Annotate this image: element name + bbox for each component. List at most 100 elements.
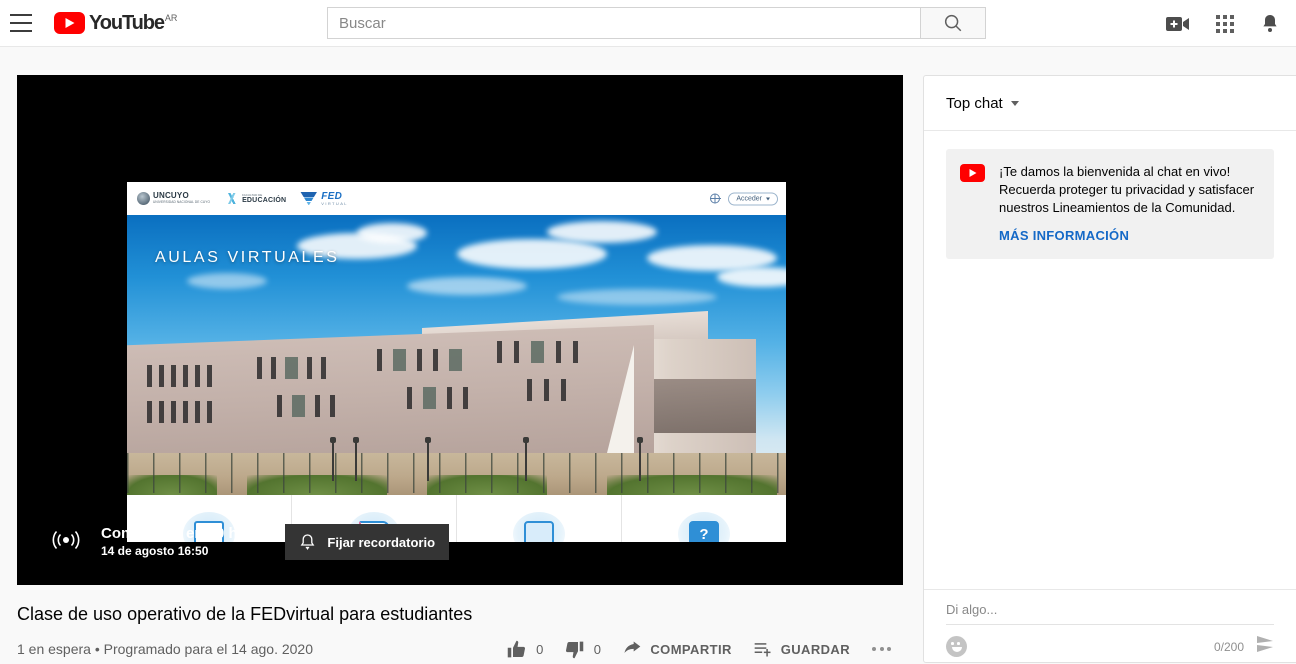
cloud bbox=[457, 239, 607, 269]
hamburger-menu-icon[interactable] bbox=[8, 14, 32, 32]
window-row bbox=[407, 387, 468, 409]
like-count: 0 bbox=[536, 641, 544, 657]
search-input[interactable] bbox=[327, 7, 920, 39]
chevron-down-icon bbox=[1010, 100, 1019, 106]
fedvirtual-logo-main: FED bbox=[321, 190, 343, 202]
country-code-label: AR bbox=[164, 13, 178, 23]
thumbs-up-icon bbox=[507, 640, 526, 657]
chat-welcome-text: ¡Te damos la bienvenida al chat en vivo!… bbox=[999, 164, 1255, 215]
window-row bbox=[277, 395, 335, 417]
window-row bbox=[147, 401, 212, 423]
video-player[interactable]: UNCUYO UNIVERSIDAD NACIONAL DE CUYO FACU… bbox=[17, 75, 903, 585]
lamp-post bbox=[523, 437, 528, 481]
window-row bbox=[497, 341, 578, 363]
window-row bbox=[377, 349, 462, 371]
send-glyph bbox=[1257, 636, 1273, 652]
chat-header: Top chat bbox=[924, 76, 1296, 131]
chat-tools: 0/200 bbox=[946, 635, 1274, 658]
bell-glyph bbox=[1263, 14, 1277, 32]
thumbnail-heading: AULAS VIRTUALES bbox=[155, 249, 340, 266]
scheduled-text: Comenzará en 30 horas 14 de agosto 16:50 bbox=[101, 524, 269, 560]
window-row bbox=[147, 365, 212, 387]
cloud bbox=[357, 223, 427, 243]
chevron-down-icon bbox=[766, 197, 770, 200]
video-column: UNCUYO UNIVERSIDAD NACIONAL DE CUYO FACU… bbox=[17, 75, 903, 664]
thumbs-down-icon bbox=[565, 641, 583, 658]
chat-welcome-message: ¡Te damos la bienvenida al chat en vivo!… bbox=[946, 149, 1274, 259]
scheduled-title: Comenzará en 30 horas bbox=[101, 525, 270, 542]
fedvirtual-logo-sub: VIRTUAL bbox=[321, 200, 348, 206]
uncuyo-logo-sub: UNIVERSIDAD NACIONAL DE CUYO bbox=[153, 200, 211, 205]
acceder-button[interactable]: Acceder bbox=[728, 192, 778, 205]
video-camera-plus-icon[interactable] bbox=[1166, 15, 1190, 33]
search-icon[interactable] bbox=[920, 7, 986, 39]
thumbnail-topbar-right: Acceder bbox=[710, 192, 778, 205]
lamp-post bbox=[637, 437, 642, 481]
acceder-button-label: Acceder bbox=[736, 195, 762, 202]
save-label: GUARDAR bbox=[780, 641, 850, 657]
uncuyo-logo-main: UNCUYO bbox=[153, 191, 189, 201]
lamp-post bbox=[425, 437, 430, 481]
chat-mode-dropdown[interactable]: Top chat bbox=[946, 95, 1019, 112]
cloud bbox=[557, 289, 717, 305]
bell-icon[interactable] bbox=[1260, 13, 1280, 35]
playlist-add-icon bbox=[754, 643, 771, 657]
header-icons bbox=[1166, 0, 1280, 47]
youtube-logo-text: YouTube bbox=[89, 12, 165, 34]
youtube-logo[interactable]: YouTube AR bbox=[54, 12, 177, 34]
cloud bbox=[547, 221, 657, 243]
set-reminder-button[interactable]: Fijar recordatorio bbox=[285, 524, 450, 560]
fedvirtual-mark-icon bbox=[300, 191, 318, 206]
video-meta-text: 1 en espera • Programado para el 14 ago.… bbox=[17, 641, 313, 657]
share-arrow-icon bbox=[624, 641, 641, 653]
send-arrow-icon[interactable] bbox=[1256, 635, 1274, 658]
scheduled-status-bar: Comenzará en 30 horas 14 de agosto 16:50… bbox=[17, 499, 903, 585]
emoji-smiley-icon[interactable] bbox=[946, 636, 967, 657]
chat-input[interactable] bbox=[946, 602, 1274, 624]
chat-mode-label: Top chat bbox=[946, 94, 1003, 112]
chat-messages: ¡Te damos la bienvenida al chat en vivo!… bbox=[924, 131, 1296, 589]
globe-icon[interactable] bbox=[710, 193, 721, 204]
camera-glyph bbox=[1166, 16, 1189, 31]
like-button[interactable]: 0 bbox=[496, 639, 554, 660]
live-glyph bbox=[52, 530, 80, 549]
more-info-link[interactable]: MÁS INFORMACIÓN bbox=[999, 228, 1260, 243]
dislike-button[interactable]: 0 bbox=[554, 639, 612, 660]
thumbnail-hero-image: AULAS VIRTUALES bbox=[127, 215, 786, 495]
uncuyo-logo: UNCUYO UNIVERSIDAD NACIONAL DE CUYO bbox=[137, 192, 210, 205]
thumbnail-topbar: UNCUYO UNIVERSIDAD NACIONAL DE CUYO FACU… bbox=[127, 182, 786, 215]
cloud bbox=[407, 277, 527, 295]
youtube-play-badge-icon bbox=[960, 164, 985, 182]
educacion-mark-icon bbox=[224, 193, 240, 204]
char-counter: 0/200 bbox=[1213, 639, 1244, 654]
apps-grid-icon[interactable] bbox=[1216, 14, 1234, 33]
video-meta-row: 1 en espera • Programado para el 14 ago.… bbox=[17, 634, 903, 664]
fedvirtual-logo: FED VIRTUAL bbox=[300, 190, 348, 206]
educacion-logo: FACULTAD DE EDUCACIÓN bbox=[224, 193, 286, 204]
more-options-icon[interactable] bbox=[860, 647, 903, 651]
bell-icon bbox=[301, 533, 315, 550]
lamp-post bbox=[353, 437, 358, 481]
video-thumbnail: UNCUYO UNIVERSIDAD NACIONAL DE CUYO FACU… bbox=[127, 182, 786, 542]
chat-input-area: 0/200 bbox=[924, 589, 1296, 662]
live-chat-panel: Top chat ¡Te damos la bienvenida al chat… bbox=[923, 75, 1296, 663]
educacion-logo-main: EDUCACIÓN bbox=[242, 196, 287, 204]
building-shade bbox=[648, 379, 756, 433]
building-white-wedge bbox=[606, 345, 634, 457]
lamp-post bbox=[330, 437, 335, 481]
masthead: YouTube AR bbox=[0, 0, 1296, 47]
set-reminder-label: Fijar recordatorio bbox=[327, 534, 436, 550]
cloud bbox=[187, 273, 267, 289]
save-button[interactable]: GUARDAR bbox=[742, 639, 860, 659]
uncuyo-seal-icon bbox=[137, 192, 150, 205]
search-glyph bbox=[944, 14, 962, 32]
live-broadcast-icon bbox=[51, 529, 81, 556]
video-actions: 0 0 COMPARTIR GUARDAR bbox=[496, 639, 903, 660]
dislike-count: 0 bbox=[593, 641, 602, 657]
chat-input-line bbox=[946, 590, 1274, 625]
scheduled-time: 14 de agosto 16:50 bbox=[101, 544, 209, 558]
window-row bbox=[527, 379, 566, 401]
share-button[interactable]: COMPARTIR bbox=[611, 639, 741, 659]
youtube-play-icon bbox=[54, 12, 85, 34]
fence bbox=[127, 453, 786, 493]
